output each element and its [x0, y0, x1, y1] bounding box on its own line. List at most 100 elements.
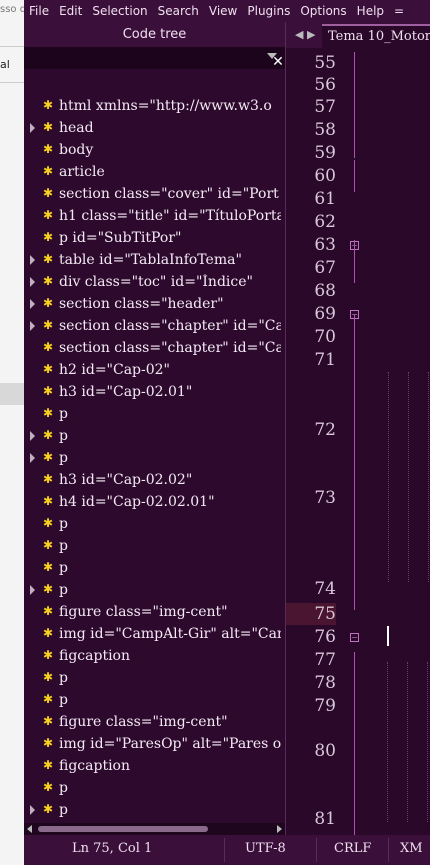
- tab-document[interactable]: Tema 10_Motores: [322, 24, 430, 50]
- tree-node[interactable]: ✱ h2 id="Cap-02": [24, 360, 285, 382]
- menu-item-plugins[interactable]: Plugins: [242, 4, 295, 18]
- tree-node[interactable]: ✱p: [24, 536, 285, 558]
- tag-icon: ✱: [43, 494, 54, 508]
- line-number: 79: [314, 696, 336, 716]
- tab-nav-arrows[interactable]: ◀ ▶: [295, 28, 315, 41]
- menu-item-help[interactable]: Help: [352, 4, 389, 18]
- tree-node[interactable]: ✱ body: [24, 140, 285, 162]
- code-tree-filter-dropdown[interactable]: [24, 47, 285, 69]
- tag-icon: ✱: [43, 780, 54, 794]
- tree-node[interactable]: ✱p: [24, 668, 285, 690]
- line-number: 68: [314, 281, 336, 301]
- tree-node[interactable]: ✱ p id="SubTitPor": [24, 228, 285, 250]
- tree-node-label: p: [59, 780, 68, 796]
- expand-arrow-icon[interactable]: [30, 255, 35, 265]
- indent-guide: [408, 372, 410, 582]
- tree-node[interactable]: ✱p: [24, 580, 285, 602]
- line-number: 77: [314, 650, 336, 670]
- code-tree-panel: Code tree ✱ html xmlns="http://www.w3.o ✱ h…: [24, 22, 286, 836]
- expand-arrow-icon[interactable]: [30, 453, 35, 463]
- tree-node[interactable]: ✱ div class="toc" id="Índice": [24, 272, 285, 294]
- encoding-indicator[interactable]: UTF-8: [245, 841, 286, 856]
- fold-guide: [354, 652, 355, 835]
- fold-collapse-icon[interactable]: −: [350, 633, 359, 642]
- expand-arrow-icon[interactable]: [30, 299, 35, 309]
- tree-node[interactable]: ✱p: [24, 778, 285, 800]
- tree-node[interactable]: ✱ figcaption: [24, 756, 285, 778]
- code-editor[interactable]: ◀ ▶ Tema 10_Motores 555657585960616263+6…: [286, 22, 430, 835]
- tree-node[interactable]: ✱ article: [24, 162, 285, 184]
- expand-arrow-icon[interactable]: [30, 123, 35, 133]
- syntax-indicator[interactable]: XM: [400, 841, 423, 856]
- line-number: 71: [314, 350, 336, 370]
- tree-node[interactable]: ✱p: [24, 800, 285, 822]
- menu-item-file[interactable]: File: [24, 4, 54, 18]
- expand-arrow-icon[interactable]: [30, 805, 35, 815]
- tree-node[interactable]: ✱p: [24, 426, 285, 448]
- menu-item-view[interactable]: View: [204, 4, 242, 18]
- expand-arrow-icon[interactable]: [30, 585, 35, 595]
- menu-item-edit[interactable]: Edit: [54, 4, 87, 18]
- menu-overflow[interactable]: =: [389, 4, 409, 18]
- tree-node-label: p: [59, 450, 68, 466]
- tree-node[interactable]: ✱ figure class="img-cent": [24, 712, 285, 734]
- tag-icon: ✱: [43, 406, 54, 420]
- tree-node[interactable]: ✱ h4 id="Cap-02.02.01": [24, 492, 285, 514]
- background-window: sso d al: [0, 0, 27, 865]
- tree-node[interactable]: ✱ img id="ParesOp" alt="Pares o: [24, 734, 285, 756]
- horizontal-scrollbar[interactable]: [24, 823, 285, 835]
- line-ending-indicator[interactable]: CRLF: [334, 841, 371, 856]
- tree-node[interactable]: ✱ section class="cover" id="Port: [24, 184, 285, 206]
- tree-node[interactable]: ✱ figcaption: [24, 646, 285, 668]
- tag-icon: ✱: [43, 670, 54, 684]
- tree-node[interactable]: ✱ html xmlns="http://www.w3.o: [24, 96, 285, 118]
- menu-bar: File Edit Selection Search View Plugins Option…: [24, 0, 430, 22]
- line-number: 56: [314, 75, 336, 95]
- tag-icon: ✱: [43, 230, 54, 244]
- fold-guide: [354, 52, 355, 158]
- tree-node[interactable]: ✱ head: [24, 118, 285, 140]
- tree-node[interactable]: ✱ section class="header": [24, 294, 285, 316]
- tag-icon: ✱: [43, 142, 54, 156]
- background-text: al: [0, 58, 10, 71]
- tree-node-label: h4 id="Cap-02.02.01": [59, 494, 215, 510]
- line-number: 80: [314, 741, 336, 761]
- tree-node[interactable]: ✱p: [24, 558, 285, 580]
- tree-node[interactable]: ✱ section class="chapter" id="Ca: [24, 316, 285, 338]
- tag-icon: ✱: [43, 472, 54, 486]
- line-number: 55: [314, 53, 336, 73]
- line-number: 59: [314, 143, 336, 163]
- tree-node[interactable]: ✱p: [24, 404, 285, 426]
- tree-node[interactable]: ✱ img id="CampAlt-Gir" alt="Cam: [24, 624, 285, 646]
- tree-node[interactable]: ✱ table id="TablaInfoTema": [24, 250, 285, 272]
- tree-node[interactable]: ✱p: [24, 448, 285, 470]
- scroll-left-icon[interactable]: [27, 825, 32, 833]
- scrollbar-thumb[interactable]: [38, 826, 208, 832]
- tab-bar: ◀ ▶ Tema 10_Motores: [286, 22, 430, 50]
- tree-node[interactable]: ✱p: [24, 690, 285, 712]
- close-icon[interactable]: ✕: [270, 54, 286, 70]
- expand-arrow-icon[interactable]: [30, 431, 35, 441]
- tree-node[interactable]: ✱ h3 id="Cap-02.01": [24, 382, 285, 404]
- line-number: 62: [314, 212, 336, 232]
- menu-item-selection[interactable]: Selection: [87, 4, 152, 18]
- tree-node-label: p: [59, 428, 68, 444]
- tag-icon: ✱: [43, 714, 54, 728]
- tree-node[interactable]: ✱ section class="chapter" id="Ca: [24, 338, 285, 360]
- expand-arrow-icon[interactable]: [30, 321, 35, 331]
- tree-node[interactable]: ✱ h1 class="title" id="TítuloPorta: [24, 206, 285, 228]
- background-text: sso d: [0, 4, 27, 15]
- tag-icon: ✱: [43, 758, 54, 772]
- tag-icon: ✱: [43, 626, 54, 640]
- tree-node[interactable]: ✱ h3 id="Cap-02.02": [24, 470, 285, 492]
- line-number: 61: [314, 189, 336, 209]
- menu-item-options[interactable]: Options: [295, 4, 351, 18]
- scroll-right-icon[interactable]: [277, 825, 282, 833]
- tree-node[interactable]: ✱p: [24, 514, 285, 536]
- tree-node[interactable]: ✱ figure class="img-cent": [24, 602, 285, 624]
- fold-guide: [354, 160, 355, 192]
- tag-icon: ✱: [43, 428, 54, 442]
- expand-arrow-icon[interactable]: [30, 277, 35, 287]
- indent-guide: [427, 662, 429, 822]
- menu-item-search[interactable]: Search: [153, 4, 204, 18]
